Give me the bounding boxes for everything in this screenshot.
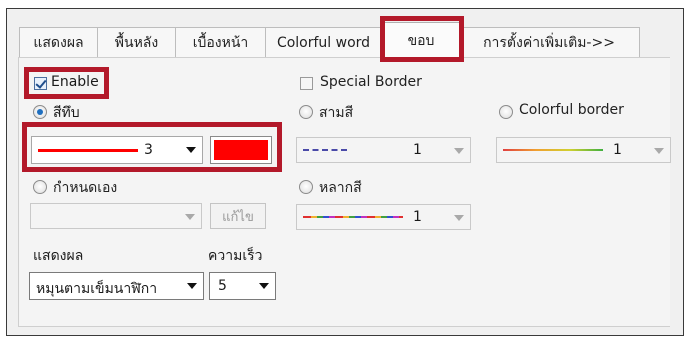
tab-border-highlight (380, 16, 464, 62)
edit-button[interactable]: แก้ไข (210, 203, 266, 229)
solid-color-radio[interactable] (33, 105, 47, 119)
gradient-line-preview (503, 149, 603, 151)
speed-label: ความเร็ว (208, 248, 263, 264)
multi-color-radio[interactable] (299, 180, 313, 194)
colorful-border-dropdown[interactable]: 1 (496, 137, 671, 163)
custom-radio[interactable] (33, 180, 47, 194)
multicolor-line-preview (303, 216, 403, 218)
custom-label: กำหนดเอง (53, 180, 118, 196)
chevron-down-icon (454, 148, 464, 154)
enable-highlight (24, 67, 109, 99)
chevron-down-icon (454, 215, 464, 221)
multi-color-value: 1 (413, 209, 422, 225)
chevron-down-icon (654, 148, 664, 154)
chevron-down-icon (185, 214, 195, 220)
colorful-border-value: 1 (613, 142, 622, 158)
solid-settings-highlight (22, 122, 282, 172)
colorful-border-radio[interactable] (499, 105, 513, 119)
chevron-down-icon (259, 283, 269, 289)
three-color-value: 1 (413, 142, 422, 158)
tab-colorful-word[interactable]: Colorful word (265, 27, 382, 57)
tab-background[interactable]: พื้นหลัง (97, 27, 176, 57)
multi-color-label: หลากสี (319, 180, 362, 196)
tab-foreground[interactable]: เบื้องหน้า (175, 27, 266, 57)
three-color-label: สามสี (319, 105, 354, 121)
custom-dropdown[interactable] (30, 203, 202, 229)
special-border-checkbox[interactable] (300, 77, 313, 90)
solid-color-label: สีทึบ (53, 105, 80, 121)
speed-dropdown[interactable]: 5 (209, 272, 276, 300)
colorful-border-label: Colorful border (519, 102, 624, 118)
three-color-radio[interactable] (299, 105, 313, 119)
tab-display[interactable]: แสดงผล (19, 27, 98, 57)
speed-value: 5 (218, 278, 227, 294)
three-color-dropdown[interactable]: 1 (296, 137, 471, 163)
chevron-down-icon (187, 283, 197, 289)
tab-more-settings[interactable]: การตั้งค่าเพิ่มเติม->> (458, 27, 640, 57)
special-border-label: Special Border (320, 74, 422, 90)
display-value: หมุนตามเข็มนาฬิกา (36, 281, 158, 297)
dashed-line-preview (303, 149, 347, 151)
display-label: แสดงผล (33, 248, 84, 264)
multi-color-dropdown[interactable]: 1 (296, 204, 471, 230)
display-dropdown[interactable]: หมุนตามเข็มนาฬิกา (29, 272, 204, 300)
